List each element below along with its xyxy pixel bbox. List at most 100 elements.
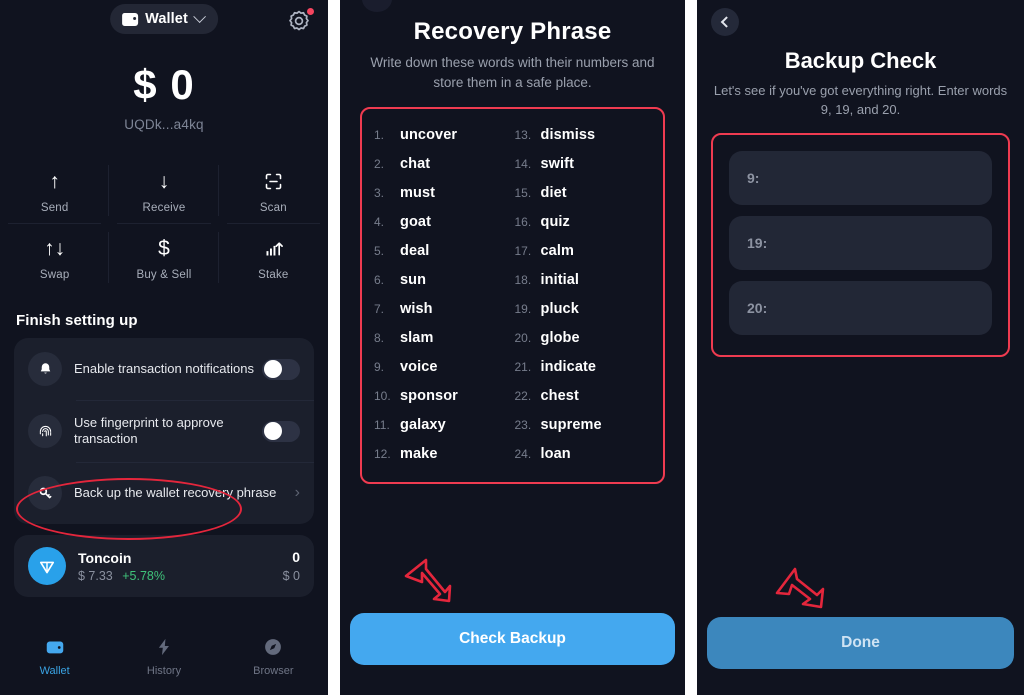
- panel-gap-1: [328, 0, 340, 695]
- scan-icon: [219, 168, 328, 195]
- asset-change: +5.78%: [122, 568, 165, 583]
- fingerprint-toggle[interactable]: [262, 420, 300, 442]
- bottom-tab-bar: Wallet History Browser: [0, 623, 328, 695]
- word-number: 10.: [374, 389, 391, 403]
- asset-row-toncoin[interactable]: Toncoin $ 7.33 +5.78% 0 $ 0: [14, 535, 314, 597]
- word-number: 2.: [374, 157, 385, 171]
- word-item: 20. globe: [515, 326, 656, 350]
- wallet-chip-label: Wallet: [145, 11, 188, 27]
- asset-fiat-value: $ 0: [282, 569, 300, 583]
- key-icon: [28, 476, 62, 510]
- word-item: 11. galaxy: [374, 413, 515, 437]
- word-item: 6. sun: [374, 268, 515, 292]
- word-item: 2. chat: [374, 152, 515, 176]
- word-number: 17.: [514, 244, 532, 258]
- word-text: globe: [540, 330, 580, 346]
- tab-browser[interactable]: Browser: [219, 635, 328, 677]
- word-number: 21.: [514, 360, 532, 374]
- word-number: 12.: [374, 447, 391, 461]
- word-number: 20.: [514, 331, 532, 345]
- word-text: wish: [400, 301, 433, 317]
- word-number: 15.: [514, 186, 532, 200]
- setup-row-backup-phrase-label: Back up the wallet recovery phrase: [74, 484, 277, 500]
- chevron-left-icon: [720, 16, 733, 28]
- action-buy-sell-label: Buy & Sell: [136, 269, 192, 281]
- wallet-selector-chip[interactable]: Wallet: [110, 4, 218, 34]
- word-item: 21. indicate: [515, 355, 656, 379]
- word-item: 17. calm: [515, 239, 656, 263]
- word-text: swift: [540, 156, 575, 172]
- setup-row-notifications[interactable]: Enable transaction notifications: [14, 338, 314, 400]
- word-item: 3. must: [374, 181, 515, 205]
- chevron-right-icon: ›: [294, 484, 300, 501]
- setup-row-backup-phrase[interactable]: Back up the wallet recovery phrase ›: [14, 462, 314, 524]
- notifications-toggle[interactable]: [262, 358, 300, 380]
- word-item: 4. goat: [374, 210, 515, 234]
- backup-check-subtitle: Let's see if you've got everything right…: [713, 83, 1008, 117]
- word-number: 1.: [374, 128, 385, 142]
- settings-notification-badge: [307, 8, 314, 15]
- action-send[interactable]: ↑ Send: [0, 157, 110, 224]
- word-item: 8. slam: [374, 326, 515, 350]
- check-backup-button[interactable]: Check Backup: [350, 613, 675, 665]
- done-button[interactable]: Done: [707, 617, 1014, 669]
- word-item: 16. quiz: [515, 210, 656, 234]
- word-text: voice: [400, 359, 438, 375]
- action-swap[interactable]: ↑↓ Swap: [0, 224, 110, 291]
- word-text: goat: [400, 214, 432, 230]
- action-scan[interactable]: Scan: [219, 157, 328, 224]
- settings-button[interactable]: [287, 8, 314, 33]
- word-number: 5.: [374, 244, 385, 258]
- word-text: sponsor: [400, 388, 458, 404]
- word-input-9[interactable]: 9:: [729, 151, 992, 205]
- word-number: 6.: [374, 273, 385, 287]
- word-text: dismiss: [540, 127, 596, 143]
- wallet-address[interactable]: UQDk...a4kq: [0, 117, 328, 132]
- action-swap-label: Swap: [39, 269, 70, 281]
- asset-price: $ 7.33: [78, 568, 113, 583]
- red-arrow-annotation-check-backup: [404, 558, 452, 603]
- wallet-top-bar: Wallet: [0, 0, 328, 40]
- word-item: 12. make: [374, 442, 515, 466]
- action-buy-sell[interactable]: $ Buy & Sell: [109, 224, 219, 291]
- word-number: 9.: [374, 360, 385, 374]
- action-receive-label: Receive: [142, 202, 186, 214]
- action-receive[interactable]: ↓ Receive: [109, 157, 219, 224]
- word-text: indicate: [540, 359, 597, 375]
- word-input-20[interactable]: 20:: [729, 281, 992, 335]
- word-input-19-label: 19:: [747, 235, 768, 251]
- cut-off-back-button[interactable]: [362, 0, 392, 12]
- wallet-tab-icon: [0, 635, 109, 659]
- word-number: 24.: [514, 447, 532, 461]
- stake-chart-icon: [219, 235, 328, 262]
- word-text: calm: [540, 243, 574, 259]
- word-item: 10. sponsor: [374, 384, 515, 408]
- chevron-down-icon: [193, 9, 206, 23]
- recovery-phrase-panel: Recovery Phrase Write down these words w…: [340, 0, 685, 695]
- panel-gap-2: [685, 0, 697, 695]
- word-number: 7.: [374, 302, 385, 316]
- action-send-label: Send: [40, 202, 69, 214]
- word-text: make: [400, 446, 438, 462]
- setup-row-fingerprint[interactable]: Use fingerprint to approve transaction: [14, 400, 314, 462]
- action-stake[interactable]: Stake: [219, 224, 328, 291]
- word-item: 5. deal: [374, 239, 515, 263]
- word-input-20-label: 20:: [747, 300, 768, 316]
- word-item: 24. loan: [515, 442, 656, 466]
- balance-block: $ 0 UQDk...a4kq: [0, 64, 328, 133]
- tab-wallet[interactable]: Wallet: [0, 635, 109, 677]
- recovery-words-grid: 1. uncover 13. dismiss 2. chat 14. swift 3. m…: [362, 109, 663, 482]
- word-text: loan: [540, 446, 571, 462]
- backup-check-title: Backup Check: [784, 48, 937, 73]
- word-number: 3.: [374, 186, 385, 200]
- setup-row-fingerprint-label: Use fingerprint to approve transaction: [74, 414, 224, 447]
- back-button[interactable]: [711, 8, 739, 36]
- word-input-19[interactable]: 19:: [729, 216, 992, 270]
- browser-tab-icon: [219, 635, 328, 659]
- recovery-words-highlight-box: 1. uncover 13. dismiss 2. chat 14. swift 3. m…: [360, 107, 665, 484]
- word-number: 8.: [374, 331, 385, 345]
- tab-history[interactable]: History: [109, 635, 218, 677]
- action-stake-label: Stake: [258, 269, 289, 281]
- word-item: 18. initial: [515, 268, 656, 292]
- word-number: 23.: [514, 418, 532, 432]
